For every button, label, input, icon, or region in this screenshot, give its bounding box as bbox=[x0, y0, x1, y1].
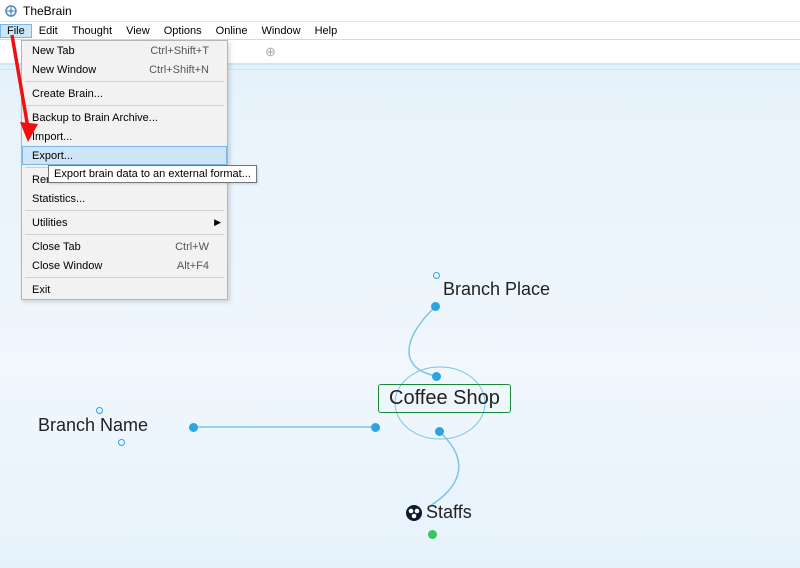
menu-help[interactable]: Help bbox=[308, 24, 345, 38]
add-tab-icon[interactable]: ⊕ bbox=[265, 44, 276, 60]
app-logo-icon bbox=[4, 4, 18, 18]
menu-item-backup[interactable]: Backup to Brain Archive... bbox=[22, 108, 227, 127]
node-branch-name[interactable]: Branch Name bbox=[38, 415, 148, 436]
globe-icon bbox=[405, 504, 423, 522]
menu-separator bbox=[25, 277, 224, 278]
node-connector-icon bbox=[435, 427, 444, 436]
menu-item-export[interactable]: Export... bbox=[22, 146, 227, 165]
node-label: Staffs bbox=[426, 502, 472, 523]
menu-view[interactable]: View bbox=[119, 24, 157, 38]
title-bar: TheBrain bbox=[0, 0, 800, 22]
node-connector-icon bbox=[371, 423, 380, 432]
menu-item-close-tab[interactable]: Close TabCtrl+W bbox=[22, 237, 227, 256]
node-connector-icon bbox=[428, 530, 437, 539]
menu-item-new-window[interactable]: New WindowCtrl+Shift+N bbox=[22, 60, 227, 79]
node-connector-icon bbox=[432, 372, 441, 381]
menu-separator bbox=[25, 234, 224, 235]
submenu-arrow-icon: ▶ bbox=[214, 217, 221, 228]
menu-options[interactable]: Options bbox=[157, 24, 209, 38]
node-label: Branch Place bbox=[443, 279, 550, 300]
menu-item-utilities[interactable]: Utilities▶ bbox=[22, 213, 227, 232]
node-port-icon bbox=[433, 272, 440, 279]
node-coffee-shop[interactable]: Coffee Shop bbox=[378, 384, 511, 413]
node-connector-icon bbox=[189, 423, 198, 432]
node-branch-place[interactable]: Branch Place bbox=[419, 279, 550, 300]
app-title: TheBrain bbox=[23, 4, 72, 18]
menu-file[interactable]: File bbox=[0, 24, 32, 38]
menu-item-exit[interactable]: Exit bbox=[22, 280, 227, 299]
export-tooltip: Export brain data to an external format.… bbox=[48, 165, 257, 183]
menu-thought[interactable]: Thought bbox=[65, 24, 119, 38]
menu-item-import[interactable]: Import... bbox=[22, 127, 227, 146]
menu-item-statistics[interactable]: Statistics... bbox=[22, 189, 227, 208]
menu-window[interactable]: Window bbox=[254, 24, 307, 38]
node-label: Coffee Shop bbox=[389, 387, 500, 410]
menu-online[interactable]: Online bbox=[209, 24, 255, 38]
node-staffs[interactable]: Staffs bbox=[405, 502, 472, 523]
menu-item-new-tab[interactable]: New TabCtrl+Shift+T bbox=[22, 41, 227, 60]
node-port-icon bbox=[96, 407, 103, 414]
menu-item-close-window[interactable]: Close WindowAlt+F4 bbox=[22, 256, 227, 275]
menu-bar: File Edit Thought View Options Online Wi… bbox=[0, 22, 800, 40]
menu-edit[interactable]: Edit bbox=[32, 24, 65, 38]
node-port-icon bbox=[118, 439, 125, 446]
node-label: Branch Name bbox=[38, 415, 148, 436]
menu-separator bbox=[25, 105, 224, 106]
menu-separator bbox=[25, 210, 224, 211]
node-connector-icon bbox=[431, 302, 440, 311]
menu-separator bbox=[25, 81, 224, 82]
menu-item-create-brain[interactable]: Create Brain... bbox=[22, 84, 227, 103]
